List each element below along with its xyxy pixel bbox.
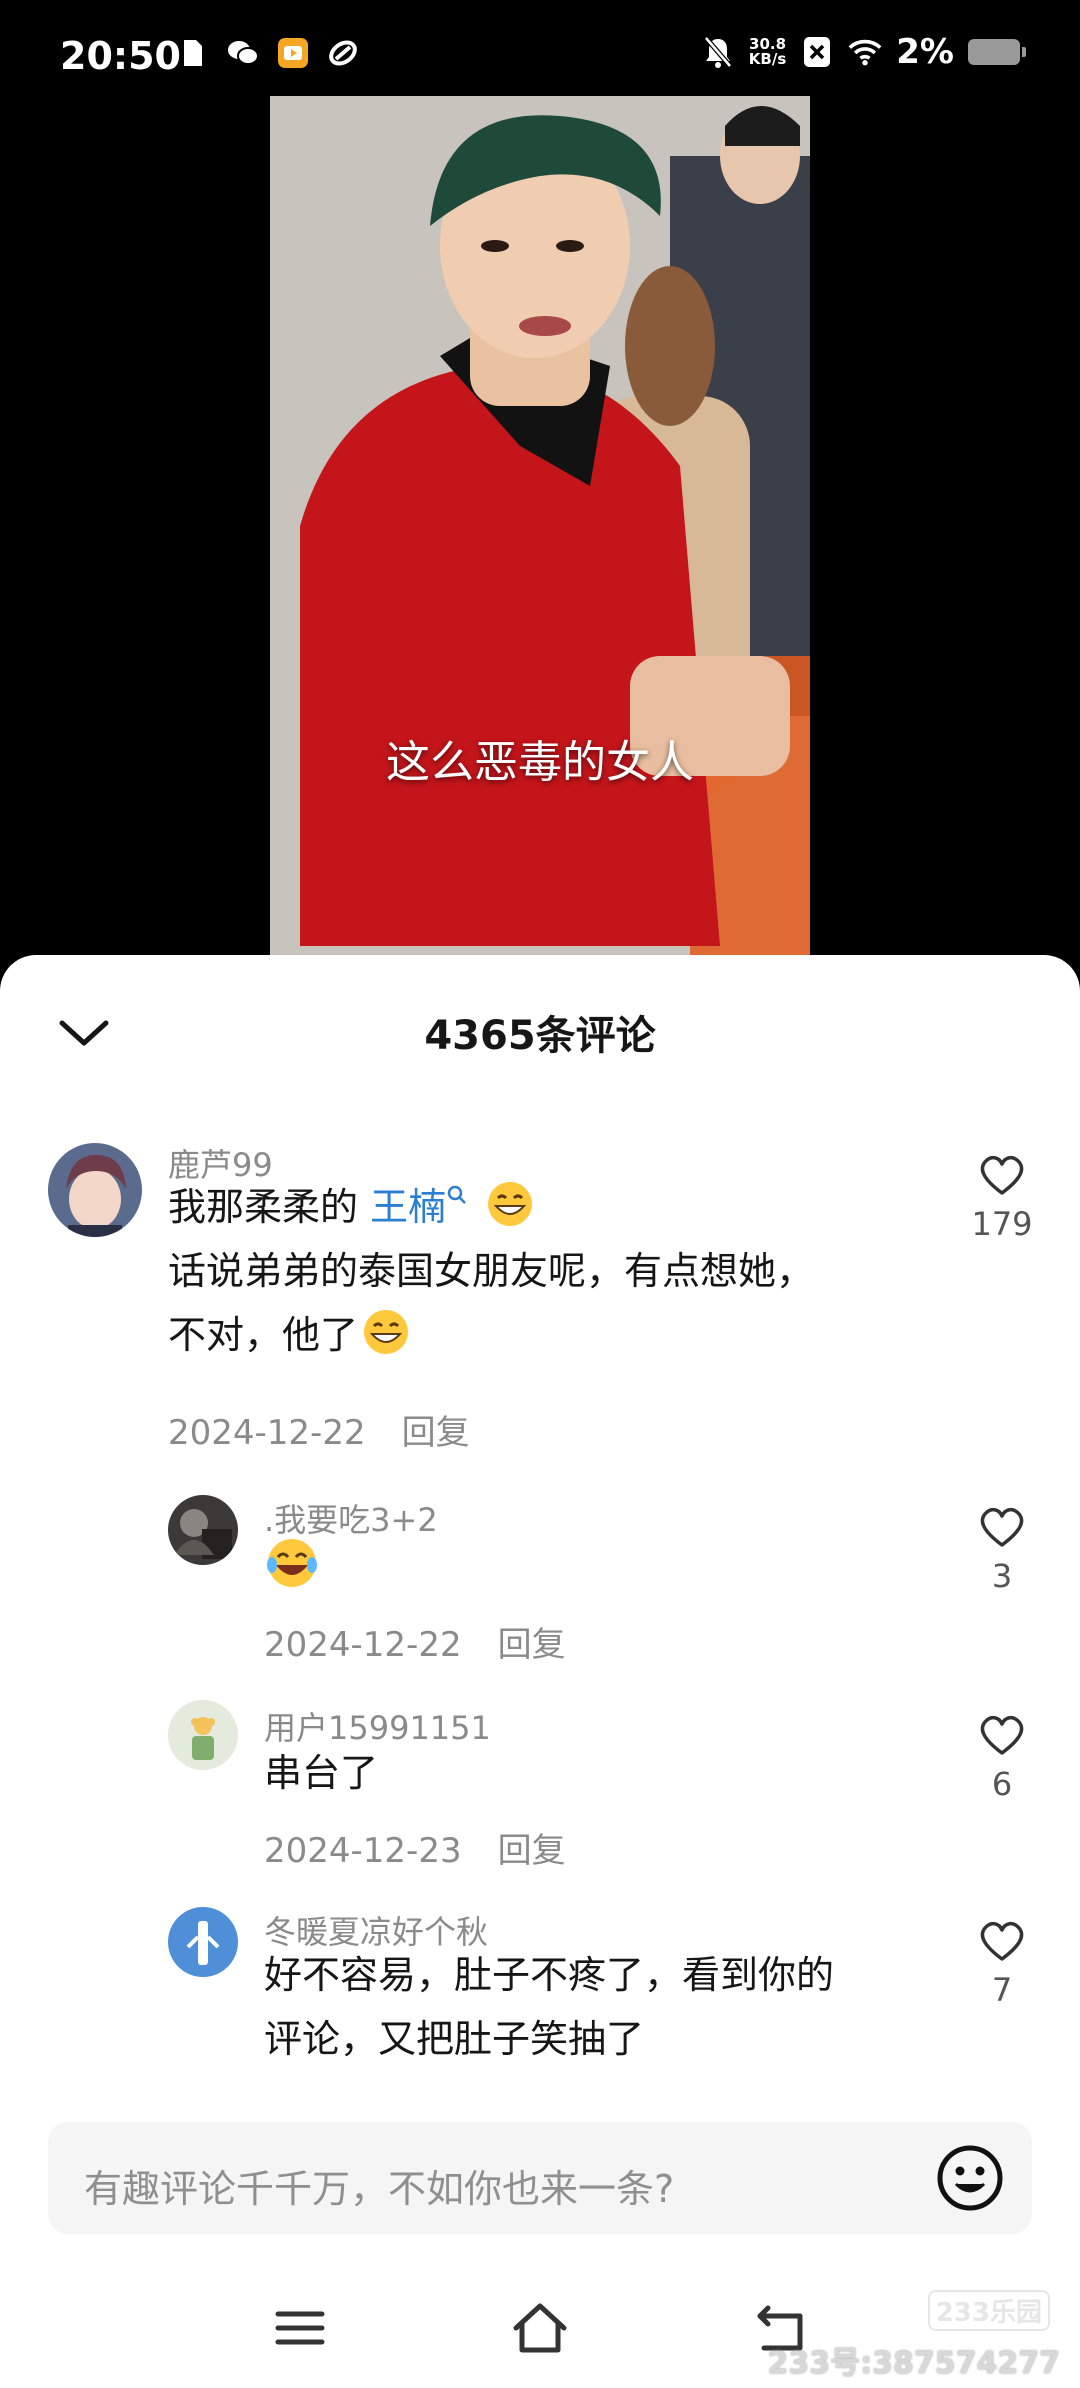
sim-icon <box>176 36 210 70</box>
avatar[interactable] <box>168 1495 238 1565</box>
battery-percent: 2% <box>896 32 954 72</box>
laugh-cry-emoji-icon <box>264 1535 317 1587</box>
comment-meta: 2024-12-22 回复 <box>168 1405 470 1454</box>
avatar[interactable] <box>168 1907 238 1977</box>
home-button[interactable] <box>510 2298 570 2358</box>
comment-text-line3: 不对，他了 <box>168 1313 359 1357</box>
reply-button[interactable]: 回复 <box>498 1831 566 1871</box>
like-button[interactable]: 3 <box>962 1505 1042 1595</box>
menu-button[interactable] <box>270 2298 330 2358</box>
status-time: 20:50 <box>60 34 181 78</box>
comment-text: 串台了 <box>264 1751 379 1795</box>
heart-icon <box>980 1507 1024 1547</box>
comment-text: 好不容易，肚子不疼了，看到你的 评论，又把肚子笑抽了 <box>264 1943 834 2071</box>
status-left-icons <box>176 36 360 70</box>
grin-emoji-icon <box>362 1308 410 1356</box>
comment-text-line2: 话说弟弟的泰国女朋友呢，有点想她， <box>168 1249 815 1293</box>
like-button[interactable]: 6 <box>962 1713 1042 1803</box>
status-right: 30.8 KB/s 2% <box>701 32 1026 72</box>
search-icon <box>447 1185 466 1204</box>
screen: 20:50 30.8 KB/s 2% 这么恶毒的女人 4365条评论 鹿芦99 … <box>0 0 1080 2388</box>
video-caption: 这么恶毒的女人 <box>386 737 694 788</box>
comment-date: 2024-12-22 <box>168 1413 366 1453</box>
watermark-logo: 233乐园 <box>927 2290 1050 2331</box>
comment-input[interactable]: 有趣评论千千万，不如你也来一条? <box>48 2122 1032 2234</box>
home-icon <box>513 2303 567 2353</box>
like-count: 7 <box>991 1971 1013 2009</box>
net-speed-unit: KB/s <box>748 50 787 68</box>
like-button[interactable]: 7 <box>962 1919 1042 2009</box>
link-icon <box>326 36 360 70</box>
emoji-button[interactable] <box>936 2144 1004 2212</box>
comment-input-placeholder: 有趣评论千千万，不如你也来一条? <box>84 2167 675 2211</box>
wechat-icon <box>226 36 260 70</box>
comments-header: 4365条评论 <box>0 955 1080 1105</box>
avatar[interactable] <box>48 1143 142 1237</box>
wifi-icon <box>848 35 882 69</box>
mute-icon <box>701 35 735 69</box>
comments-count-title: 4365条评论 <box>424 1013 656 1059</box>
comment-date: 2024-12-23 <box>264 1831 462 1871</box>
like-count: 6 <box>991 1765 1013 1803</box>
reply-button[interactable]: 回复 <box>498 1625 566 1665</box>
mention-name: 王楠 <box>370 1185 447 1229</box>
mention-link[interactable]: 王楠 <box>370 1185 468 1229</box>
grin-emoji-icon <box>486 1180 534 1228</box>
close-box-icon <box>800 35 834 69</box>
app-icon <box>276 36 310 70</box>
comment-meta: 2024-12-22 回复 <box>264 1617 566 1666</box>
smiley-icon <box>937 2145 1003 2211</box>
like-button[interactable]: 179 <box>962 1153 1042 1243</box>
heart-icon <box>980 1715 1024 1755</box>
menu-icon <box>275 2311 325 2345</box>
comment-meta: 2024-12-23 回复 <box>264 1823 566 1872</box>
comment-date: 2024-12-22 <box>264 1625 462 1665</box>
video-frame <box>270 96 810 956</box>
like-count: 179 <box>971 1205 1033 1243</box>
battery-icon <box>968 39 1026 65</box>
comment-text-prefix: 我那柔柔的 <box>168 1185 371 1229</box>
heart-icon <box>980 1155 1024 1195</box>
heart-icon <box>980 1921 1024 1961</box>
watermark-id: 233号:387574277 <box>767 2346 1061 2381</box>
comment-text: 我那柔柔的 王楠 话说弟弟的泰国女朋友呢，有点想她， 不对，他了 <box>168 1175 814 1367</box>
comment-text-line2: 评论，又把肚子笑抽了 <box>264 2017 645 2061</box>
comment-text-line1: 好不容易，肚子不疼了，看到你的 <box>264 1953 835 1997</box>
avatar[interactable] <box>168 1700 238 1770</box>
like-count: 3 <box>991 1557 1013 1595</box>
comment-text <box>264 1535 317 1602</box>
reply-button[interactable]: 回复 <box>402 1413 470 1453</box>
net-speed: 30.8 KB/s <box>749 37 786 67</box>
video-player[interactable]: 这么恶毒的女人 <box>270 96 810 956</box>
